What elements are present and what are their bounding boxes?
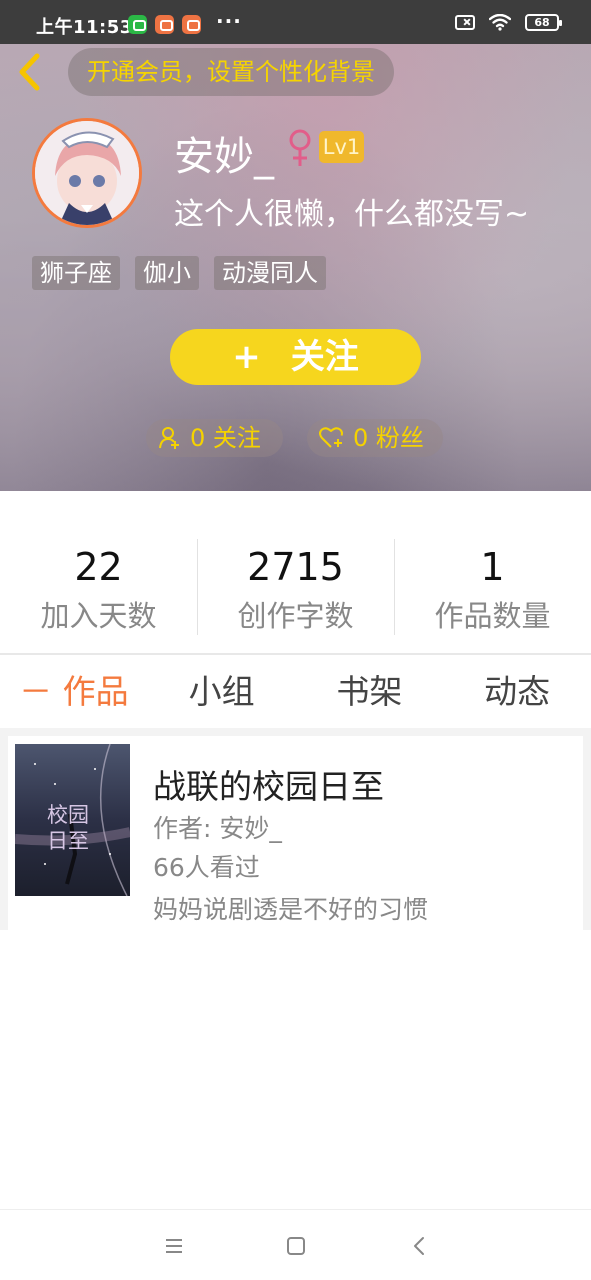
vip-background-banner[interactable]: 开通会员，设置个性化背景 [68,48,394,96]
status-bar: 上午11:53 ··· 68 [0,0,591,44]
status-time: 上午11:53 [36,17,133,38]
battery-icon: 68 [525,14,562,31]
avatar[interactable] [32,118,142,228]
app-notification-icon [155,15,174,34]
tab-activity[interactable]: 动态 [443,658,591,726]
tab-groups[interactable]: 小组 [148,658,296,726]
book-cover-title: 校园日至 [47,803,89,853]
follow-button[interactable]: + 关注 [170,329,421,385]
divider [0,653,591,655]
book-cover[interactable]: 校园日至 [15,744,130,896]
profile-header: 上午11:53 ··· 68 开通会员，设置个性化背景 安妙_ Lv1 这个人很… [0,0,591,491]
user-tag: 动漫同人 [214,256,326,290]
stat-value: 22 [74,545,123,589]
female-icon [289,129,311,166]
stat-label: 作品数量 [434,599,551,633]
tab-bookshelf[interactable]: 书架 [296,658,444,726]
plus-icon: + [232,337,261,377]
stat-label: 加入天数 [40,599,157,633]
profile-tabs: － 作品 － 小组 书架 动态 [0,658,591,779]
fans-count-button[interactable]: 0 粉丝 [307,419,443,457]
work-description: 妈妈说剧透是不好的习惯 [153,895,429,924]
stat-label: 创作字数 [237,599,354,633]
user-stats: 22 加入天数 2715 创作字数 1 作品数量 [0,537,591,637]
following-count-button[interactable]: 0 关注 [146,419,283,457]
work-author: 作者: 安妙_ [153,814,282,843]
wechat-notification-icon [128,15,147,34]
back-icon[interactable] [406,1232,434,1260]
following-count: 0 关注 [190,424,261,452]
back-arrow-icon[interactable] [10,50,50,94]
stat-days-joined: 22 加入天数 [0,537,197,637]
wifi-icon [489,14,511,31]
stat-works-count: 1 作品数量 [394,537,591,637]
mute-icon [455,15,475,30]
stat-word-count: 2715 创作字数 [197,537,394,637]
user-bio: 这个人很懒，什么都没写~ [174,197,530,232]
username: 安妙_ [174,134,274,180]
stat-value: 1 [480,545,505,589]
user-tag: 狮子座 [32,256,120,290]
work-title[interactable]: 战联的校园日至 [153,760,384,808]
user-tag: 伽小 [135,256,199,290]
avatar-image [35,121,139,225]
level-badge: Lv1 [319,131,364,163]
app-notification-icon [182,15,201,34]
recent-apps-icon[interactable] [160,1232,188,1260]
work-views: 66人看过 [153,853,260,882]
more-notifications-icon: ··· [216,9,242,33]
follow-button-label: 关注 [290,337,359,377]
user-tags: 狮子座 伽小 动漫同人 [32,256,326,290]
work-list-item[interactable]: 校园日至 战联的校园日至 作者: 安妙_ 66人看过 妈妈说剧透是不好的习惯 [8,736,583,930]
person-add-icon [159,427,179,449]
fans-count: 0 粉丝 [353,424,424,452]
home-icon[interactable] [282,1232,310,1260]
tab-works[interactable]: － 作品 － [0,658,148,779]
stat-value: 2715 [247,545,344,589]
heart-plus-icon [319,427,343,448]
system-navigation-bar [0,1209,591,1280]
